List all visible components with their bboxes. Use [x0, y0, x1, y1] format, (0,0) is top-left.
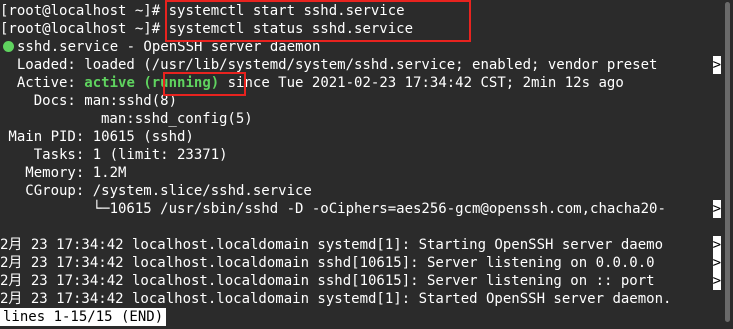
truncation-marker: > [712, 272, 721, 290]
log-line: 2月 23 17:34:42 localhost.localdomain sys… [0, 237, 664, 253]
shell-prompt: [root@localhost ~]# [0, 3, 161, 19]
log-line: 2月 23 17:34:42 localhost.localdomain ssh… [0, 273, 655, 289]
highlight-commands-box [165, 0, 471, 42]
truncation-marker: > [712, 200, 721, 218]
active-label: Active: [0, 75, 76, 91]
docs-line-2: man:sshd_config(5) [101, 110, 253, 128]
active-since: since Tue 2021-02-23 17:34:42 CST; 2min … [219, 75, 624, 91]
docs-label: Docs: [0, 93, 76, 109]
scrollbar-thumb[interactable] [725, 2, 730, 322]
loaded-line: Loaded: loaded (/usr/lib/systemd/system/… [0, 56, 658, 74]
tasks-line: Tasks: 1 (limit: 23371) [0, 147, 228, 163]
loaded-label: Loaded: [0, 57, 76, 73]
shell-prompt: [root@localhost ~]# [0, 21, 161, 37]
truncation-marker: > [712, 254, 721, 272]
docs-line: Docs: man:sshd(8) [0, 92, 177, 110]
pager-status: lines 1-15/15 (END) [0, 308, 167, 326]
log-line: 2月 23 17:34:42 localhost.localdomain sys… [0, 291, 672, 307]
scrollbar[interactable] [721, 0, 733, 329]
docs-sshd: man:sshd(8) [75, 93, 178, 109]
loaded-value: loaded (/usr/lib/systemd/system/sshd.ser… [75, 57, 658, 73]
active-line: Active: active (running) since Tue 2021-… [0, 74, 624, 92]
truncation-marker: > [712, 56, 721, 74]
memory-line: Memory: 1.2M [0, 165, 127, 181]
cgroup-line: CGroup: /system.slice/sshd.service [0, 183, 312, 199]
status-dot-icon [3, 41, 14, 52]
log-line: 2月 23 17:34:42 localhost.localdomain ssh… [0, 255, 655, 271]
terminal-output[interactable]: [root@localhost ~]# systemctl start sshd… [0, 0, 721, 329]
mainpid-line: Main PID: 10615 (sshd) [0, 129, 194, 145]
active-state: active [84, 75, 135, 91]
truncation-marker: > [712, 236, 721, 254]
docs-sshd-config: man:sshd_config(5) [101, 111, 253, 127]
cgroup-child-line: └─10615 /usr/sbin/sshd -D -oCiphers=aes2… [0, 201, 666, 217]
highlight-running-box [163, 72, 246, 96]
